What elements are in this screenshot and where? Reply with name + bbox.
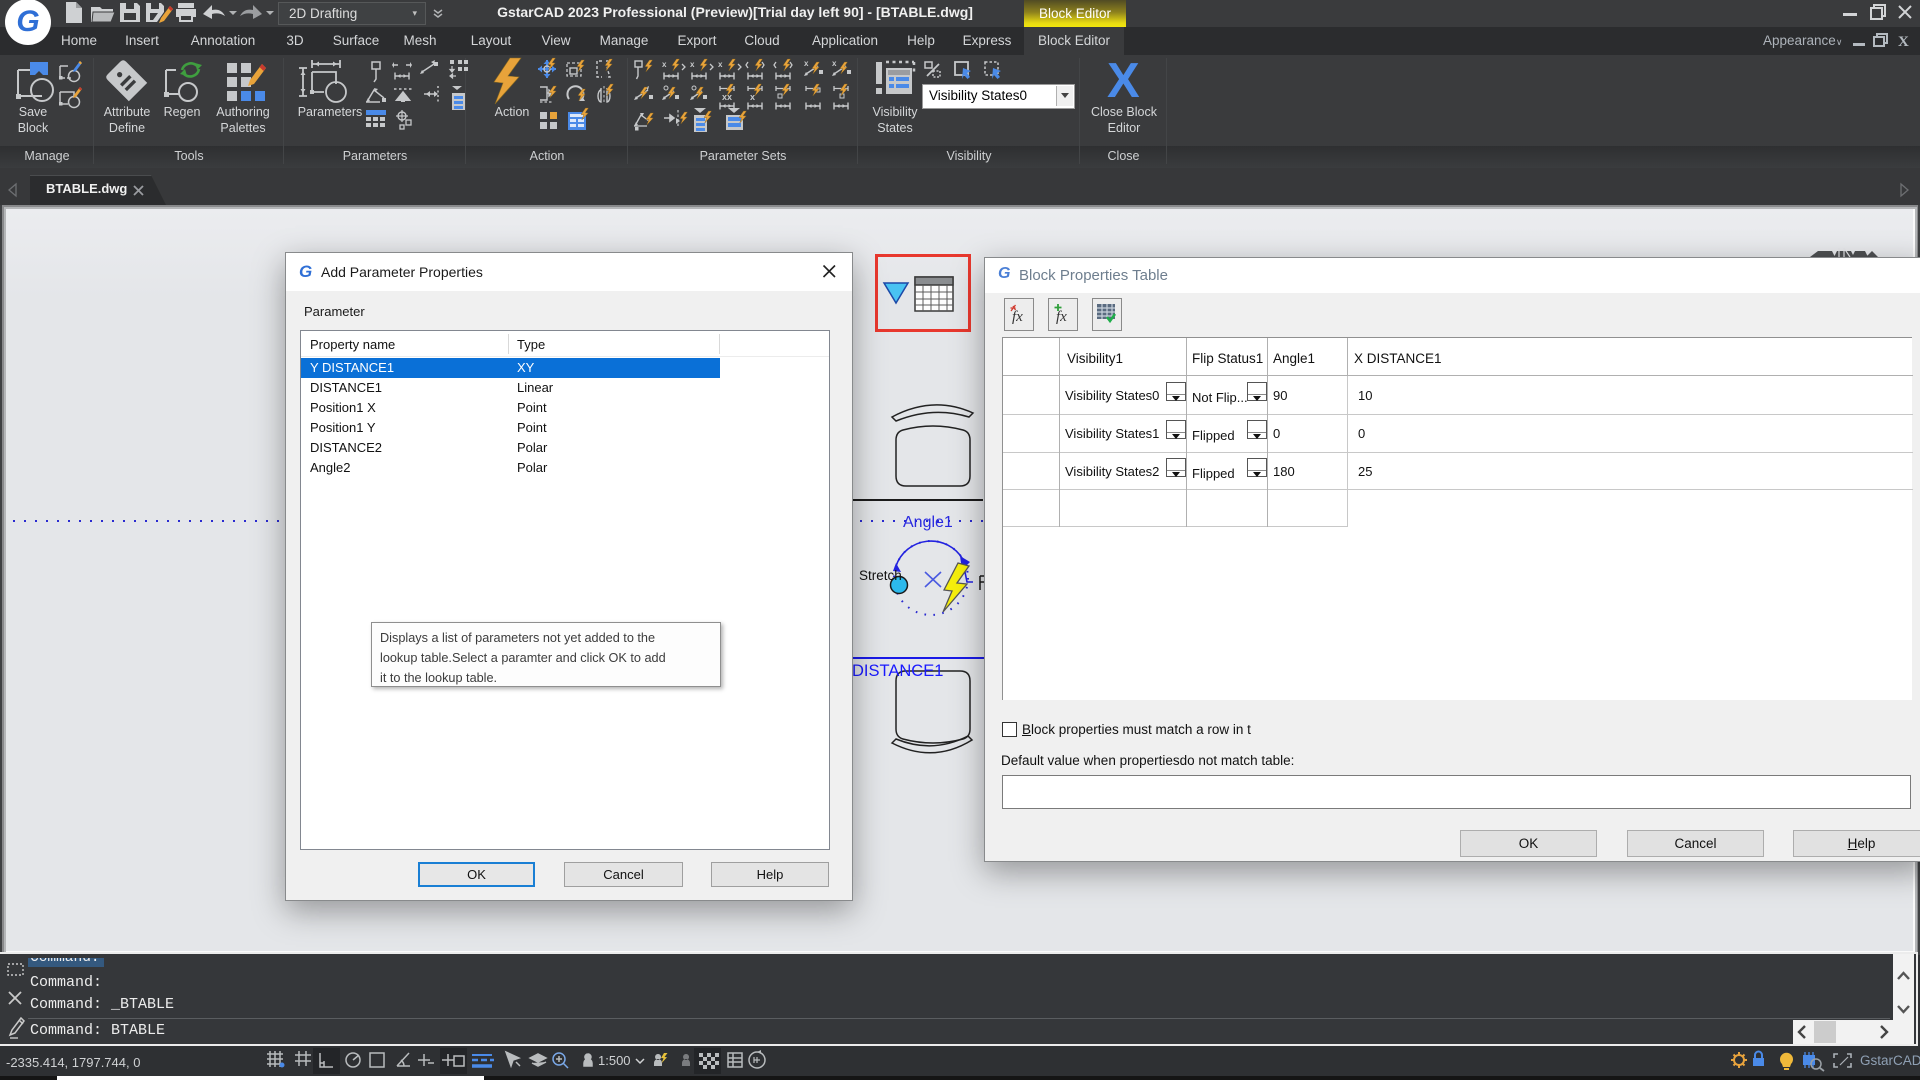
svg-text:X: X — [1898, 34, 1909, 50]
svg-text:1:500: 1:500 — [598, 1053, 631, 1068]
svg-text:x: x — [662, 60, 667, 69]
svg-text:x: x — [832, 59, 837, 68]
svg-text:x: x — [718, 60, 723, 69]
svg-text:x: x — [750, 92, 755, 102]
svg-text:GstarCAD: GstarCAD — [1860, 1053, 1920, 1068]
svg-text:fx: fx — [1012, 309, 1023, 325]
svg-text:fx: fx — [1056, 309, 1067, 325]
svg-text:x: x — [804, 59, 809, 68]
svg-text:x: x — [690, 60, 695, 69]
svg-text:xx: xx — [722, 92, 732, 102]
svg-text:X: X — [1107, 54, 1140, 108]
